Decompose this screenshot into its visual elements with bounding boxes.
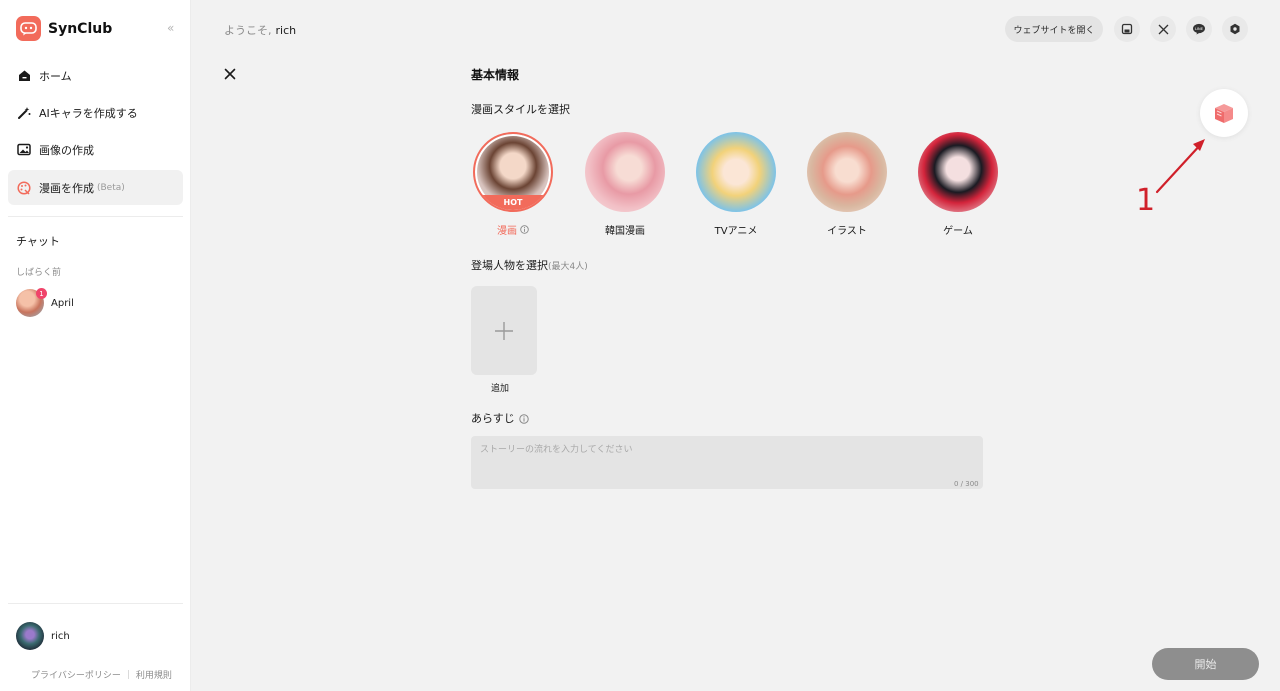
- user-name: rich: [51, 630, 70, 642]
- style-option-illustration[interactable]: イラスト: [807, 132, 887, 237]
- characters-label-text: 登場人物を選択: [471, 259, 548, 272]
- style-label: TVアニメ: [714, 226, 758, 237]
- sidebar-item-label: AIキャラを作成する: [39, 106, 138, 120]
- add-character-label: 追加: [490, 384, 509, 394]
- palette-icon: [17, 180, 31, 195]
- add-character-button[interactable]: [471, 286, 537, 375]
- section-title-basic-info: 基本情報: [471, 68, 520, 82]
- open-website-button[interactable]: ウェブサイトを開く: [1005, 16, 1103, 42]
- style-option-tv-anime[interactable]: TVアニメ: [696, 132, 776, 237]
- annotation-arrow-icon: [1155, 139, 1205, 194]
- sidebar-item-home[interactable]: ホーム: [8, 58, 183, 93]
- sidebar-item-create-manga[interactable]: 漫画を作成 (Beta): [8, 170, 183, 205]
- style-label: ゲーム: [943, 226, 973, 237]
- story-input[interactable]: [471, 436, 983, 489]
- style-select-label: 漫画スタイルを選択: [471, 103, 570, 116]
- character-counter: 0 / 300: [954, 480, 979, 488]
- collapse-sidebar-icon[interactable]: «: [167, 21, 174, 35]
- chat-group-label: しばらく前: [16, 268, 62, 278]
- beta-tag: (Beta): [97, 182, 125, 193]
- settings-icon[interactable]: [1222, 16, 1248, 42]
- style-option-manga[interactable]: HOT 漫画: [473, 132, 553, 237]
- story-label: あらすじ: [471, 410, 529, 426]
- sidebar-item-label: 画像の作成: [39, 143, 94, 157]
- divider: [8, 216, 183, 217]
- image-icon: [17, 143, 31, 157]
- brand-name: SynClub: [48, 20, 113, 37]
- separator: |: [126, 669, 130, 680]
- manga-book-button[interactable]: [1200, 89, 1248, 137]
- story-label-text: あらすじ: [471, 412, 515, 425]
- synclub-logo-icon: [16, 16, 41, 41]
- chat-name: April: [51, 297, 74, 309]
- chat-section-title: チャット: [16, 235, 60, 248]
- welcome-username: rich: [275, 24, 297, 37]
- start-button[interactable]: 開始: [1152, 648, 1259, 680]
- style-label-text: 漫画: [497, 226, 517, 237]
- footer-links: プライバシーポリシー | 利用規則: [31, 668, 172, 682]
- save-icon[interactable]: [1114, 16, 1140, 42]
- unread-badge: 1: [36, 288, 47, 299]
- style-thumbnail: HOT: [473, 132, 553, 212]
- privacy-policy-link[interactable]: プライバシーポリシー: [31, 668, 121, 681]
- avatar: [16, 622, 44, 650]
- home-icon: [17, 69, 31, 83]
- user-profile[interactable]: rich: [16, 622, 70, 650]
- info-icon[interactable]: [520, 225, 529, 234]
- sidebar-item-label: ホーム: [39, 69, 72, 83]
- style-thumbnail: [918, 132, 998, 212]
- close-icon[interactable]: [222, 66, 238, 82]
- style-option-game[interactable]: ゲーム: [918, 132, 998, 237]
- annotation-number: 1: [1136, 183, 1156, 218]
- plus-icon: [495, 321, 513, 340]
- characters-label: 登場人物を選択(最大4人): [471, 257, 588, 273]
- welcome-text: ようこそ, rich: [224, 22, 296, 38]
- welcome-greeting: ようこそ,: [224, 24, 272, 37]
- style-label: 韓国漫画: [605, 226, 645, 237]
- terms-link[interactable]: 利用規則: [136, 668, 172, 681]
- style-thumbnail: [807, 132, 887, 212]
- style-option-korean-manga[interactable]: 韓国漫画: [585, 132, 665, 237]
- sidebar: SynClub « ホーム AIキャラを作成する 画像の作成 漫画を作成 (Be…: [0, 0, 191, 691]
- sidebar-item-label: 漫画を作成: [39, 181, 94, 195]
- hot-badge: HOT: [475, 195, 551, 210]
- style-label: 漫画: [473, 222, 553, 237]
- x-twitter-icon[interactable]: [1150, 16, 1176, 42]
- sidebar-item-create-character[interactable]: AIキャラを作成する: [8, 95, 183, 130]
- sidebar-item-create-image[interactable]: 画像の作成: [8, 132, 183, 167]
- info-icon[interactable]: [519, 413, 529, 424]
- style-thumbnail: [696, 132, 776, 212]
- book-icon: [1215, 104, 1233, 123]
- chat-item-april[interactable]: 1 April: [16, 288, 74, 317]
- line-icon[interactable]: LINE: [1186, 16, 1212, 42]
- characters-note: (最大4人): [548, 262, 588, 272]
- style-thumbnail: [585, 132, 665, 212]
- brand[interactable]: SynClub: [16, 16, 112, 41]
- style-label: イラスト: [827, 226, 867, 237]
- avatar: 1: [16, 288, 47, 317]
- svg-text:LINE: LINE: [1195, 27, 1204, 31]
- divider: [8, 603, 183, 604]
- magic-wand-icon: [17, 106, 31, 120]
